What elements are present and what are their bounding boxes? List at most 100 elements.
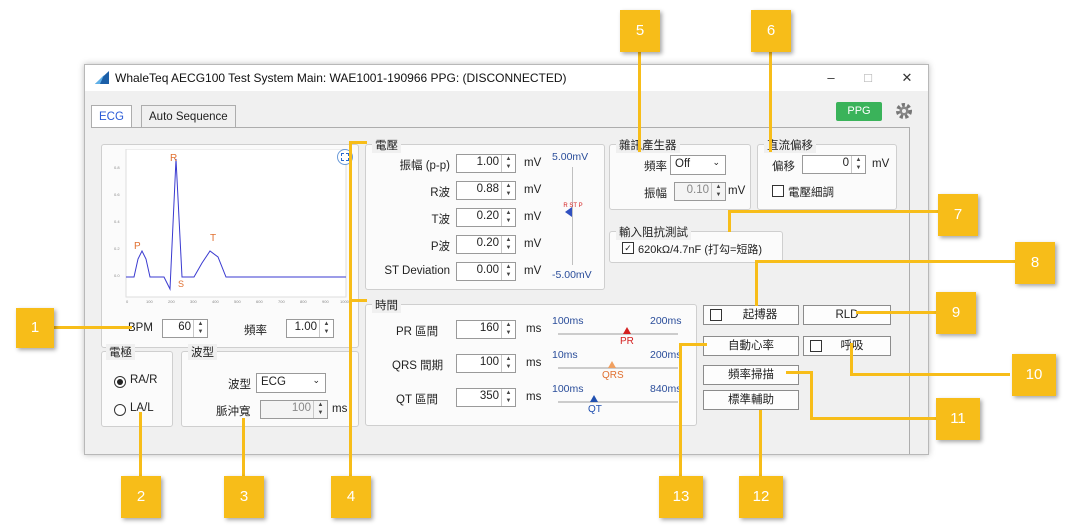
qt-interval-input[interactable]: 350 ▲ ▼ <box>456 388 516 407</box>
callout-6: 6 <box>751 10 791 52</box>
r-wave-input[interactable]: 0.88 ▲ ▼ <box>456 181 516 200</box>
tab-ecg[interactable]: ECG <box>91 105 132 128</box>
callout-line <box>755 260 1015 263</box>
callout-line <box>679 343 682 476</box>
freq-label: 頻率 <box>244 325 267 337</box>
y-tick: 0.2 <box>114 246 120 251</box>
voltage-label: ST Deviation <box>384 265 450 277</box>
noise-freq-label: 頻率 <box>644 161 667 173</box>
qt-slider-track[interactable] <box>558 401 678 403</box>
timing-label: QRS 間期 <box>392 360 444 372</box>
dc-offset-group: 直流偏移 偏移 0 ▲ ▼ mV 電壓細調 <box>757 137 897 210</box>
timing-group-label: 時間 <box>372 297 401 313</box>
x-tick: 200 <box>168 299 175 304</box>
impedance-label: 620kΩ/4.7nF (打勾=短路) <box>638 244 763 256</box>
callout-line <box>349 141 352 476</box>
wave-label-r: R <box>170 153 177 164</box>
unit-label: ms <box>526 391 542 403</box>
callout-12: 12 <box>739 476 783 518</box>
voltage-group: 電壓 振幅 (p-p) 1.00 ▲ ▼ mV R波 0.88 ▲ ▼ mV T波 0.… <box>365 137 605 290</box>
slider-max: 200ms <box>650 315 682 327</box>
noise-amp-input[interactable]: 0.10 ▲ ▼ <box>674 182 726 201</box>
x-tick: 900 <box>322 299 329 304</box>
offset-input[interactable]: 0 ▲ ▼ <box>802 155 866 174</box>
callout-line <box>810 417 936 420</box>
callout-5: 5 <box>620 10 660 52</box>
y-tick: 0.4 <box>114 219 120 224</box>
x-tick: 0 <box>126 299 129 304</box>
unit-label: mV <box>524 157 542 169</box>
p-wave-input[interactable]: 0.20 ▲ ▼ <box>456 235 516 254</box>
voltage-label: T波 <box>431 214 450 226</box>
close-button[interactable]: ✕ <box>894 68 920 88</box>
callout-line <box>850 343 853 375</box>
offset-unit: mV <box>872 158 890 170</box>
unit-label: mV <box>524 265 542 277</box>
minimize-button[interactable]: – <box>818 68 844 88</box>
qt-slider-marker-icon[interactable] <box>590 395 598 402</box>
tab-auto-sequence[interactable]: Auto Sequence <box>141 105 236 128</box>
noise-group: 雜訊產生器 頻率 Off ⌄ 振幅 0.10 ▲ ▼ mV <box>609 137 751 210</box>
st-deviation-input[interactable]: 0.00 ▲ ▼ <box>456 262 516 281</box>
wave-type-label: 波型 <box>228 379 251 391</box>
qrs-slider-track[interactable] <box>558 367 678 369</box>
voltage-label: R波 <box>430 187 450 199</box>
callout-11: 11 <box>936 398 980 440</box>
slider-max: 840ms <box>650 383 682 395</box>
gear-icon[interactable] <box>894 101 914 121</box>
amplitude-input[interactable]: 1.00 ▲ ▼ <box>456 154 516 173</box>
callout-4: 4 <box>331 476 371 518</box>
scale-bottom-label: -5.00mV <box>552 269 592 281</box>
radio-la[interactable] <box>114 404 126 416</box>
pr-interval-input[interactable]: 160 ▲ ▼ <box>456 320 516 339</box>
x-tick: 100 <box>146 299 153 304</box>
callout-3: 3 <box>224 476 264 518</box>
noise-amp-label: 振幅 <box>644 188 667 200</box>
freq-input[interactable]: 1.00 ▲ ▼ <box>286 319 334 338</box>
calibration-button[interactable]: 標準輔助 <box>703 390 799 410</box>
radio-ra[interactable] <box>114 376 126 388</box>
unit-label: mV <box>524 184 542 196</box>
callout-8: 8 <box>1015 242 1055 284</box>
slider-min: 100ms <box>552 383 584 395</box>
wave-label-s: S <box>178 279 184 289</box>
timing-group: 時間 PR 區間 160 ▲ ▼ ms 100ms 200ms PR QRS 間期 … <box>365 297 697 426</box>
pulse-width-input[interactable]: 100 ▲ ▼ <box>260 400 328 419</box>
auto-heart-rate-button[interactable]: 自動心率 <box>703 336 799 356</box>
t-wave-input[interactable]: 0.20 ▲ ▼ <box>456 208 516 227</box>
voltage-marker-icon <box>565 207 572 217</box>
timing-label: PR 區間 <box>396 326 439 338</box>
x-tick: 800 <box>300 299 307 304</box>
pr-slider-track[interactable] <box>558 333 678 335</box>
callout-line <box>728 210 731 232</box>
timing-label: QT 區間 <box>396 394 438 406</box>
freq-sweep-button[interactable]: 頻率掃描 <box>703 365 799 385</box>
wave-type-select[interactable]: ECG ⌄ <box>256 373 326 393</box>
pr-slider-marker-icon[interactable] <box>623 327 631 334</box>
rld-button[interactable]: RLD <box>803 305 891 325</box>
callout-2: 2 <box>121 476 161 518</box>
impedance-checkbox[interactable]: ✓ <box>622 242 634 254</box>
bpm-input[interactable]: 60 ▲ ▼ <box>162 319 208 338</box>
callout-line <box>638 52 641 152</box>
impedance-group: 輸入阻抗測試 ✓ 620kΩ/4.7nF (打勾=短路) <box>609 224 783 263</box>
voltage-label: 振幅 (p-p) <box>399 160 450 172</box>
pr-marker-label: PR <box>620 336 634 347</box>
callout-7: 7 <box>938 194 978 236</box>
qrs-slider-marker-icon[interactable] <box>608 361 616 368</box>
maximize-button[interactable]: □ <box>855 68 881 88</box>
qrs-interval-input[interactable]: 100 ▲ ▼ <box>456 354 516 373</box>
x-tick: 700 <box>278 299 285 304</box>
unit-label: ms <box>526 323 542 335</box>
pacemaker-toggle[interactable]: 起搏器 <box>703 305 799 325</box>
fine-tune-checkbox[interactable] <box>772 185 784 197</box>
qrs-marker-label: QRS <box>602 370 624 381</box>
x-tick: 500 <box>234 299 241 304</box>
noise-freq-select[interactable]: Off ⌄ <box>670 155 726 175</box>
x-tick: 600 <box>256 299 263 304</box>
y-tick: 0.8 <box>114 165 120 170</box>
callout-9: 9 <box>936 292 976 334</box>
respiration-toggle[interactable]: 呼吸 <box>803 336 891 356</box>
callout-line <box>786 371 812 374</box>
ppg-button[interactable]: PPG <box>836 102 882 121</box>
